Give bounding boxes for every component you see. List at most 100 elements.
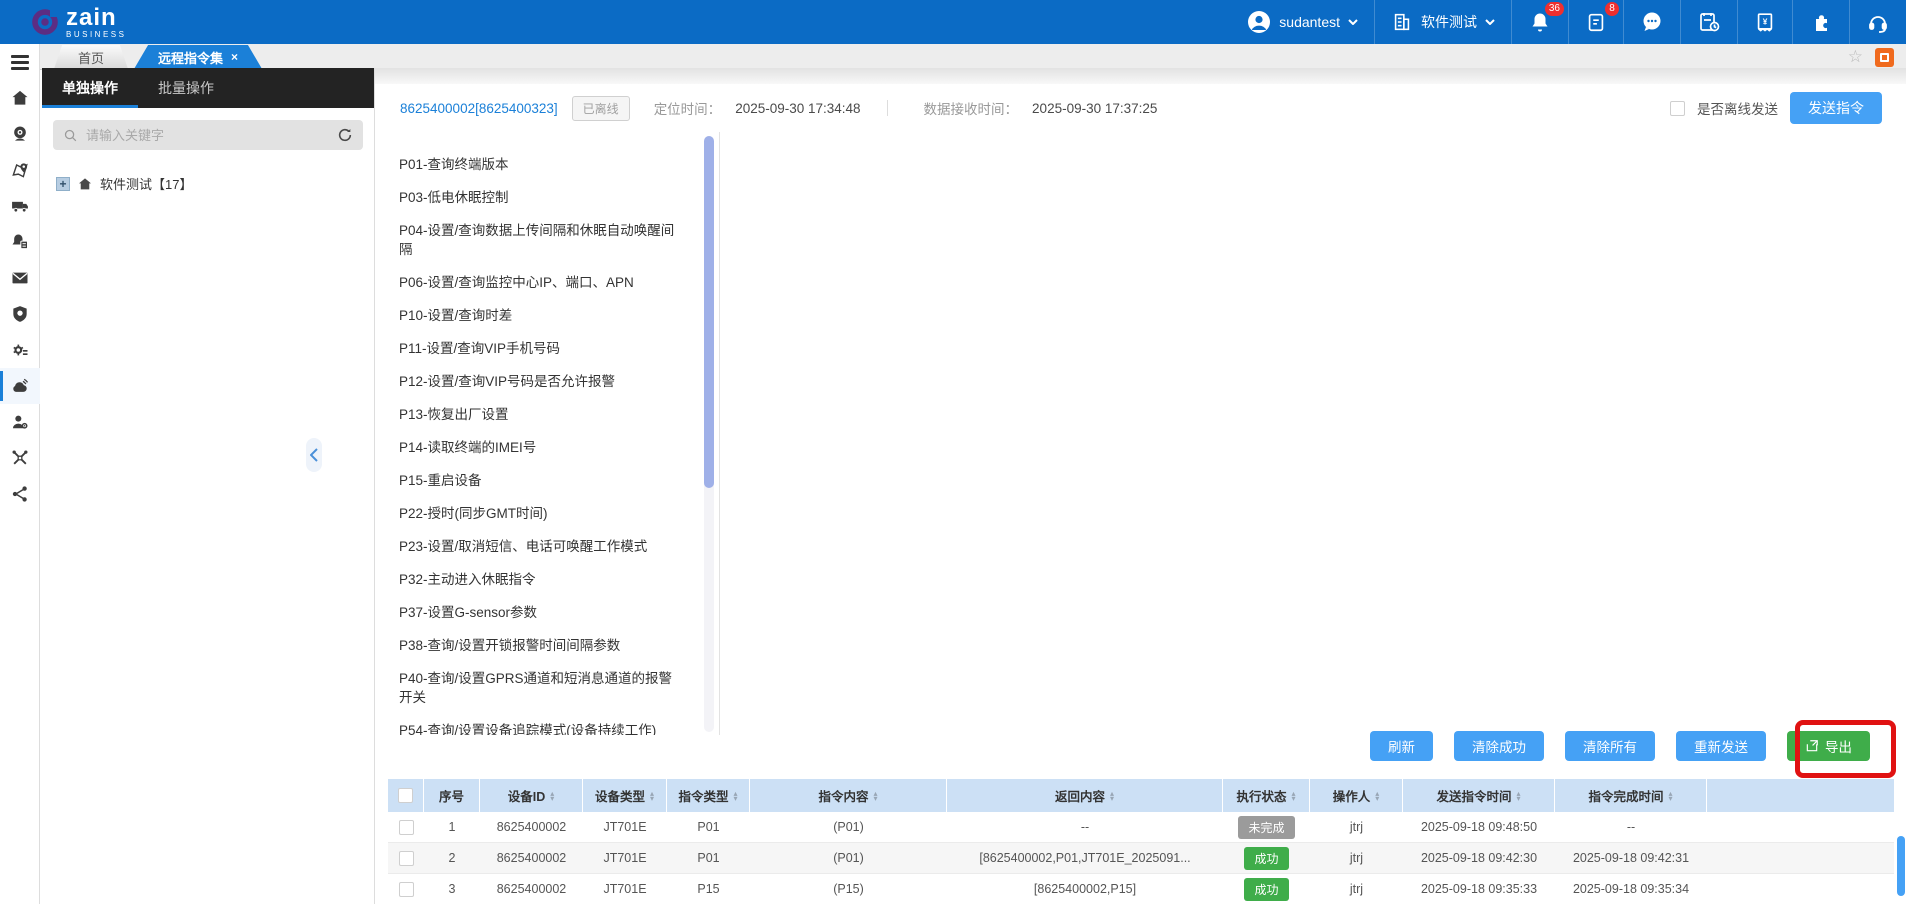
command-item[interactable]: P12-设置/查询VIP号码是否允许报警 bbox=[399, 365, 679, 398]
command-item[interactable]: P11-设置/查询VIP手机号码 bbox=[399, 332, 679, 365]
tab-single-operation[interactable]: 单独操作 bbox=[42, 68, 138, 108]
sidebar-item-share[interactable] bbox=[0, 476, 40, 512]
command-item[interactable]: P22-授时(同步GMT时间) bbox=[399, 497, 679, 530]
sidebar-item-monitoring[interactable] bbox=[0, 116, 40, 152]
column-header-cmd-content[interactable]: 指令内容▴▾ bbox=[750, 779, 947, 812]
tab-close-icon[interactable]: × bbox=[231, 50, 238, 64]
cell-status: 成功 bbox=[1223, 874, 1310, 904]
favorite-star-icon[interactable]: ☆ bbox=[1848, 47, 1863, 67]
schedule-button[interactable] bbox=[1680, 0, 1737, 44]
billing-button[interactable]: ¥ bbox=[1737, 0, 1792, 44]
row-checkbox[interactable] bbox=[399, 851, 414, 866]
sidebar-item-users[interactable] bbox=[0, 404, 40, 440]
offline-send-checkbox[interactable] bbox=[1670, 101, 1685, 116]
scrollbar-thumb[interactable] bbox=[704, 136, 714, 488]
refresh-button[interactable]: 刷新 bbox=[1370, 731, 1433, 761]
sidebar-item-mail[interactable] bbox=[0, 260, 40, 296]
select-all-checkbox[interactable] bbox=[398, 788, 413, 803]
search-input[interactable] bbox=[86, 128, 329, 143]
command-item[interactable]: P14-读取终端的IMEI号 bbox=[399, 431, 679, 464]
sort-icon[interactable]: ▴▾ bbox=[650, 791, 654, 801]
sort-icon[interactable]: ▴▾ bbox=[550, 791, 554, 801]
sidebar-item-vehicles[interactable] bbox=[0, 188, 40, 224]
command-item[interactable]: P01-查询终端版本 bbox=[399, 148, 679, 181]
command-item[interactable]: P06-设置/查询监控中心IP、端口、APN bbox=[399, 266, 679, 299]
export-button[interactable]: 导出 bbox=[1787, 731, 1870, 761]
sort-icon[interactable]: ▴▾ bbox=[1110, 791, 1114, 801]
command-item[interactable]: P13-恢复出厂设置 bbox=[399, 398, 679, 431]
command-list-scrollbar[interactable] bbox=[704, 136, 714, 732]
monitor-camera-icon bbox=[10, 124, 30, 144]
gear-list-icon bbox=[10, 340, 30, 360]
sort-icon[interactable]: ▴▾ bbox=[1517, 791, 1521, 801]
tab-remote-command[interactable]: 远程指令集 × bbox=[134, 45, 262, 69]
tab-home[interactable]: 首页 bbox=[54, 45, 128, 69]
command-item[interactable]: P32-主动进入休眠指令 bbox=[399, 563, 679, 596]
command-item[interactable]: P40-查询/设置GPRS通道和短消息通道的报警开关 bbox=[399, 662, 679, 714]
cell-operator: jtrj bbox=[1310, 874, 1403, 904]
cell-cmd-content: (P01) bbox=[750, 812, 947, 843]
main-nav-sidebar bbox=[0, 44, 40, 904]
sidebar-item-security[interactable] bbox=[0, 296, 40, 332]
column-header-cmd-type[interactable]: 指令类型▴▾ bbox=[667, 779, 750, 812]
row-checkbox[interactable] bbox=[399, 882, 414, 897]
sort-icon[interactable]: ▴▾ bbox=[1292, 791, 1296, 801]
tree-node-group[interactable]: + 软件测试【17】 bbox=[42, 160, 374, 193]
table-scrollbar-thumb[interactable] bbox=[1897, 836, 1905, 896]
sidebar-item-alarms[interactable] bbox=[0, 224, 40, 260]
fullscreen-icon[interactable] bbox=[1875, 48, 1894, 67]
column-header-empty bbox=[1707, 779, 1894, 812]
organization-menu[interactable]: 软件测试 bbox=[1374, 0, 1511, 44]
column-header-return-content[interactable]: 返回内容▴▾ bbox=[947, 779, 1223, 812]
sort-icon[interactable]: ▴▾ bbox=[1669, 791, 1673, 801]
command-item[interactable]: P03-低电休眠控制 bbox=[399, 181, 679, 214]
brand-name: zain bbox=[66, 6, 126, 30]
table-row[interactable]: 28625400002JT701EP01(P01)[8625400002,P01… bbox=[388, 843, 1894, 874]
command-item[interactable]: P10-设置/查询时差 bbox=[399, 299, 679, 332]
clear-all-button[interactable]: 清除所有 bbox=[1565, 731, 1655, 761]
locate-time-value: 2025-09-30 17:34:48 bbox=[735, 101, 860, 116]
refresh-tree-icon[interactable] bbox=[337, 127, 353, 143]
sidebar-item-home[interactable] bbox=[0, 80, 40, 116]
command-item[interactable]: P54-查询/设置设备追踪模式(设备持续工作) bbox=[399, 714, 679, 735]
row-checkbox[interactable] bbox=[399, 820, 414, 835]
panel-collapse-handle[interactable] bbox=[306, 438, 322, 472]
user-menu[interactable]: sudantest bbox=[1231, 0, 1374, 44]
sort-icon[interactable]: ▴▾ bbox=[1375, 791, 1379, 801]
column-header-finish-time[interactable]: 指令完成时间▴▾ bbox=[1555, 779, 1707, 812]
table-row[interactable]: 38625400002JT701EP15(P15)[8625400002,P15… bbox=[388, 874, 1894, 904]
column-header-exec-status[interactable]: 执行状态▴▾ bbox=[1223, 779, 1310, 812]
cell-operator: jtrj bbox=[1310, 843, 1403, 874]
command-item[interactable]: P04-设置/查询数据上传间隔和休眠自动唤醒间隔 bbox=[399, 214, 679, 266]
sidebar-item-dispatch[interactable] bbox=[0, 440, 40, 476]
message-button[interactable]: 8 bbox=[1568, 0, 1623, 44]
sidebar-item-settings[interactable] bbox=[0, 332, 40, 368]
table-row[interactable]: 18625400002JT701EP01(P01)--未完成jtrj2025-0… bbox=[388, 812, 1894, 843]
sidebar-item-remote-command[interactable] bbox=[0, 368, 40, 404]
command-item[interactable]: P38-查询/设置开锁报警时间间隔参数 bbox=[399, 629, 679, 662]
notification-button[interactable]: 36 bbox=[1511, 0, 1568, 44]
command-item[interactable]: P37-设置G-sensor参数 bbox=[399, 596, 679, 629]
command-item[interactable]: P23-设置/取消短信、电话可唤醒工作模式 bbox=[399, 530, 679, 563]
sort-icon[interactable]: ▴▾ bbox=[734, 791, 738, 801]
column-header-device-type[interactable]: 设备类型▴▾ bbox=[583, 779, 667, 812]
column-header-operator[interactable]: 操作人▴▾ bbox=[1310, 779, 1403, 812]
resend-button[interactable]: 重新发送 bbox=[1676, 731, 1766, 761]
tree-expand-icon[interactable]: + bbox=[56, 177, 70, 191]
sort-icon[interactable]: ▴▾ bbox=[874, 791, 878, 801]
column-label: 发送指令时间 bbox=[1436, 786, 1511, 805]
tab-batch-operation[interactable]: 批量操作 bbox=[138, 68, 234, 108]
column-header-device-id[interactable]: 设备ID▴▾ bbox=[480, 779, 583, 812]
clear-success-button[interactable]: 清除成功 bbox=[1454, 731, 1544, 761]
command-item[interactable]: P15-重启设备 bbox=[399, 464, 679, 497]
send-command-button[interactable]: 发送指令 bbox=[1790, 92, 1882, 124]
menu-toggle-button[interactable] bbox=[0, 44, 40, 80]
svg-text:¥: ¥ bbox=[1763, 17, 1768, 26]
tab-single-operation-label: 单独操作 bbox=[62, 78, 118, 98]
chat-button[interactable] bbox=[1623, 0, 1680, 44]
plugin-button[interactable] bbox=[1792, 0, 1849, 44]
device-id-link[interactable]: 8625400002[8625400323] bbox=[400, 101, 558, 116]
support-button[interactable] bbox=[1849, 0, 1906, 44]
sidebar-item-map-tracking[interactable] bbox=[0, 152, 40, 188]
column-header-send-time[interactable]: 发送指令时间 ▴▾ bbox=[1403, 779, 1555, 812]
